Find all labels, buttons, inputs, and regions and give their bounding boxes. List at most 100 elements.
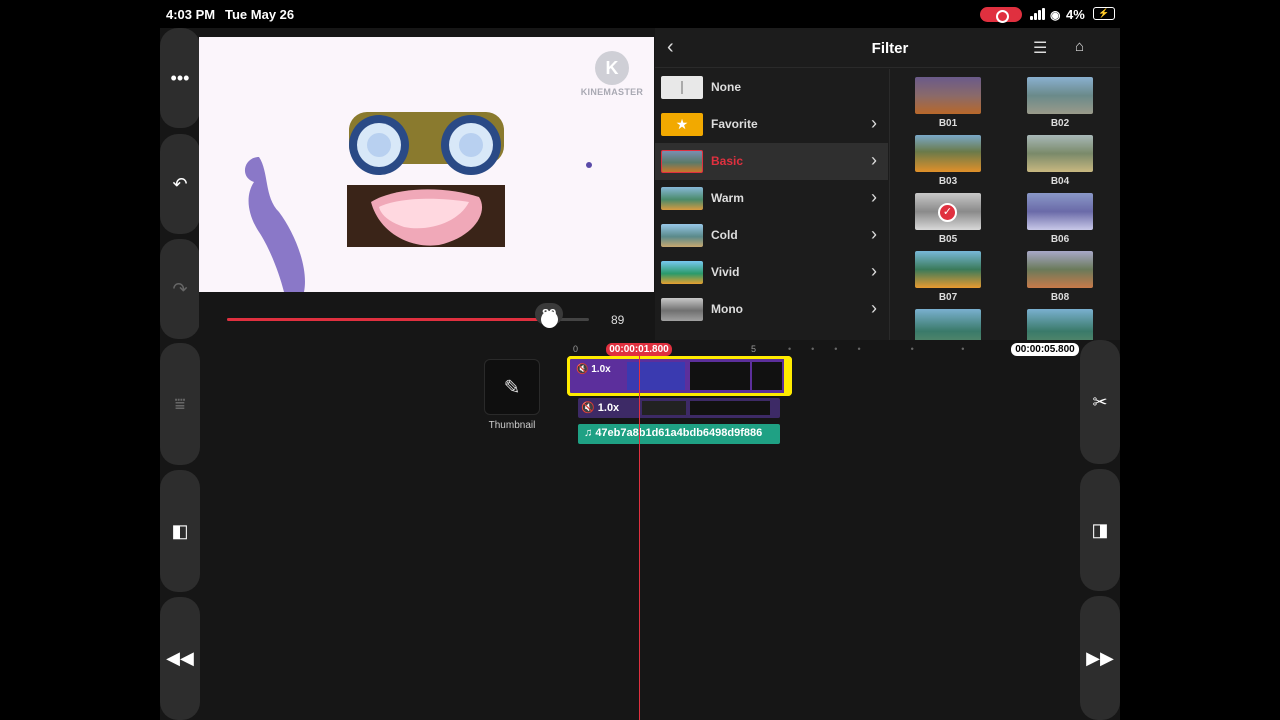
playhead-time: 00:00:01.800 <box>606 343 672 356</box>
category-label: Mono <box>711 302 743 316</box>
battery-icon: ⚡ <box>1093 7 1115 20</box>
filter-panel-title: Filter <box>871 40 909 57</box>
filter-label: B01 <box>938 118 958 129</box>
star-icon: ★ <box>661 113 703 136</box>
basic-swatch <box>661 150 703 173</box>
status-date: Tue May 26 <box>225 7 295 22</box>
filter-thumb <box>1027 135 1093 172</box>
playhead[interactable] <box>639 349 640 720</box>
layer-icon[interactable]: ⩸ <box>160 343 200 465</box>
filter-thumb <box>915 77 981 114</box>
layer-speed: 🔇 1.0x <box>581 402 620 414</box>
timeline[interactable]: 0 5 • • • • • • ✎ Thumbnail 🔇 1.0x 🔇 1.0… <box>200 340 1080 720</box>
kinemaster-logo-text: KINEMASTER <box>580 87 644 97</box>
category-label: Vivid <box>711 265 740 279</box>
filter-thumb <box>1027 309 1093 340</box>
intensity-value: 89 <box>611 313 625 327</box>
filter-category-warm[interactable]: Warm › <box>655 180 888 217</box>
split-right-icon[interactable]: ◨ <box>1080 469 1120 591</box>
warm-swatch <box>661 187 703 210</box>
chevron-right-icon: › <box>871 224 877 244</box>
undo-icon[interactable]: ↶ <box>160 134 200 234</box>
none-swatch <box>661 76 703 99</box>
screen-record-icon <box>980 7 1022 23</box>
filter-tile-b04[interactable]: B04 <box>1027 135 1093 187</box>
chevron-right-icon: › <box>871 298 877 318</box>
filter-category-cold[interactable]: Cold › <box>655 217 888 254</box>
mono-swatch <box>661 298 703 321</box>
filter-tile-b07[interactable]: B07 <box>915 251 981 303</box>
filter-label: B05 <box>938 234 958 245</box>
category-label: Basic <box>711 154 744 168</box>
chevron-right-icon: › <box>871 187 877 207</box>
sort-icon[interactable]: ☰ <box>1033 38 1047 58</box>
category-label: Cold <box>711 228 738 242</box>
clip-trim-right-handle[interactable] <box>784 356 792 396</box>
main-video-clip[interactable]: 🔇 1.0x <box>567 356 792 396</box>
filter-label: B02 <box>1050 118 1070 129</box>
asset-store-icon[interactable]: ⌂ <box>1075 38 1084 55</box>
thumbnail-label: Thumbnail <box>488 420 536 431</box>
redo-icon[interactable]: ↷ <box>160 239 200 339</box>
filter-category-favorite[interactable]: ★ Favorite › <box>655 106 888 143</box>
scissors-icon[interactable]: ✂ <box>1080 340 1120 464</box>
clip-speed: 🔇 1.0x <box>576 364 611 375</box>
filter-category-none[interactable]: None <box>655 69 888 106</box>
filter-tile-b10[interactable] <box>1027 309 1093 340</box>
filter-label: B06 <box>1050 234 1070 245</box>
filter-thumb <box>915 251 981 288</box>
filter-panel: ‹ Filter ☰ ⌂ None ★ Favorite › Basic › W… <box>655 28 1120 340</box>
left-toolbar: ••• ↶ ↷ ⩸ ◧ ◀◀ <box>160 28 200 720</box>
audio-clip-name: ♫ 47eb7a8b1d61a4bdb6498d9f886 <box>584 427 762 439</box>
kinemaster-logo: K KINEMASTER <box>579 51 645 97</box>
music-note-icon: ♫ <box>584 427 596 439</box>
clip-frame <box>752 362 782 390</box>
chevron-right-icon: › <box>871 261 877 281</box>
forward-icon[interactable]: ▶▶ <box>1080 596 1120 720</box>
filter-thumb <box>1027 251 1093 288</box>
cellular-icon <box>1030 8 1046 20</box>
more-icon[interactable]: ••• <box>160 28 200 128</box>
filter-category-basic[interactable]: Basic › <box>655 143 888 180</box>
chevron-right-icon: › <box>871 150 877 170</box>
filter-tile-b09[interactable] <box>915 309 981 340</box>
filter-tile-b06[interactable]: B06 <box>1027 193 1093 245</box>
filter-thumb <box>915 135 981 172</box>
project-end-time: 00:00:05.800 <box>1011 343 1079 356</box>
audio-clip[interactable]: ♫ 47eb7a8b1d61a4bdb6498d9f886 <box>578 424 780 444</box>
category-label: Warm <box>711 191 744 205</box>
split-left-icon[interactable]: ◧ <box>160 470 200 592</box>
pencil-icon: ✎ <box>503 377 521 399</box>
ruler-label: 0 <box>573 344 579 354</box>
filter-tile-b03[interactable]: B03 <box>915 135 981 187</box>
vivid-swatch <box>661 261 703 284</box>
intensity-slider-thumb[interactable] <box>541 311 559 328</box>
wifi-icon: ◉ <box>1050 8 1061 22</box>
filter-panel-header: ‹ Filter ☰ ⌂ <box>655 28 1120 68</box>
filter-category-mono[interactable]: Mono › <box>655 291 888 328</box>
filter-label: B03 <box>938 176 958 187</box>
rewind-icon[interactable]: ◀◀ <box>160 597 200 720</box>
video-preview[interactable]: K KINEMASTER <box>199 37 654 292</box>
filter-tile-b05[interactable]: ✓ B05 <box>915 193 981 245</box>
category-label: Favorite <box>711 117 758 131</box>
right-toolbar: ✂ ◨ ▶▶ <box>1080 340 1120 720</box>
filter-tile-b02[interactable]: B02 <box>1027 77 1093 129</box>
layer-frame <box>642 401 686 415</box>
filter-label: B07 <box>938 292 958 303</box>
chevron-right-icon: › <box>871 113 877 133</box>
audio-name-text: 47eb7a8b1d61a4bdb6498d9f886 <box>595 427 763 439</box>
thumbnail-button[interactable]: ✎ <box>484 359 540 415</box>
intensity-slider[interactable]: 89 <box>227 303 589 328</box>
video-layer-clip[interactable]: 🔇 1.0x <box>578 398 780 418</box>
filter-thumb <box>1027 193 1093 230</box>
filter-tile-b01[interactable]: B01 <box>915 77 981 129</box>
ruler-label: 5 <box>751 344 757 354</box>
status-time: 4:03 PM <box>166 7 216 22</box>
filter-label: B04 <box>1050 176 1070 187</box>
layer-speed-text: 1.0x <box>597 402 620 414</box>
filter-category-vivid[interactable]: Vivid › <box>655 254 888 291</box>
filter-thumb <box>915 309 981 340</box>
filter-grid: B01 B02 B03 B04 ✓ B05 B06 B07 B08 <box>889 69 1120 340</box>
filter-tile-b08[interactable]: B08 <box>1027 251 1093 303</box>
